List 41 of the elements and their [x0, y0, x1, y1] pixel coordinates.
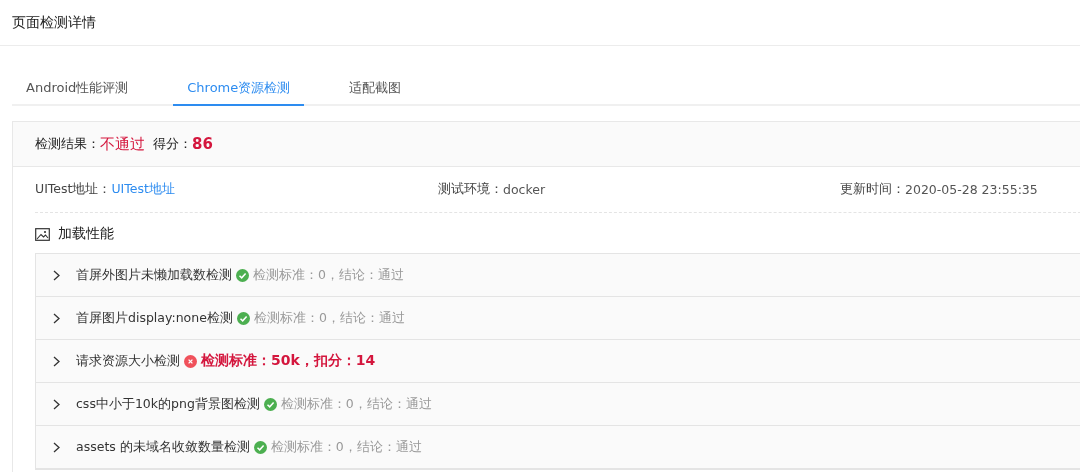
image-icon [35, 227, 50, 241]
check-detail: 检测标准：0，结论：通过 [280, 395, 432, 413]
info-label: 测试环境： [438, 181, 503, 198]
chevron-icon [53, 269, 60, 281]
check-row[interactable]: css中小于10k的png背景图检测 检测标准：0，结论：通过 [36, 383, 1080, 426]
check-row[interactable]: 首屏图片display:none检测 检测标准：0，结论：通过 [36, 297, 1080, 340]
chevron-icon [53, 441, 60, 453]
tab[interactable]: Chrome资源检测 [173, 72, 305, 106]
result-status: 不通过 [100, 134, 145, 154]
section-title: 加载性能 [58, 225, 114, 243]
score-label: 得分： [153, 135, 192, 153]
check-detail: 检测标准：0，结论：通过 [253, 309, 405, 327]
page-title: 页面检测详情 [12, 13, 96, 32]
check-name: 请求资源大小检测 [76, 352, 180, 370]
chevron-icon [53, 312, 60, 324]
tab[interactable]: 适配截图 [335, 72, 416, 106]
chevron-icon [53, 398, 60, 410]
check-name: 首屏图片display:none检测 [76, 309, 233, 327]
check-detail: 检测标准：50k，扣分：14 [201, 352, 376, 370]
info-link[interactable]: UITest地址 [111, 181, 175, 198]
error-circle-icon [184, 354, 197, 368]
check-detail: 检测标准：0，结论：通过 [270, 438, 422, 456]
check-row[interactable]: assets 的未域名收敛数量检测 检测标准：0，结论：通过 [36, 426, 1080, 469]
info-label: UITest地址： [35, 181, 112, 198]
check-name: css中小于10k的png背景图检测 [76, 395, 260, 413]
check-detail: 检测标准：0，结论：通过 [253, 266, 404, 284]
result-label: 检测结果： [35, 135, 100, 153]
tab[interactable]: Android性能评测 [12, 72, 143, 106]
check-name: 首屏外图片未懒加载数检测 [76, 266, 232, 284]
check-circle-icon [236, 268, 249, 282]
check-circle-icon [236, 311, 250, 325]
check-circle-icon [263, 397, 277, 411]
info-value: docker [503, 182, 546, 197]
check-name: assets 的未域名收敛数量检测 [76, 438, 250, 456]
check-row[interactable]: 首屏外图片未懒加载数检测 检测标准：0，结论：通过 [36, 254, 1080, 297]
check-circle-icon [253, 440, 267, 454]
chevron-icon [53, 355, 60, 367]
info-value: 2020-05-28 23:55:35 [905, 182, 1038, 197]
score-value: 86 [192, 135, 213, 153]
check-row[interactable]: 请求资源大小检测 检测标准：50k，扣分：14 [36, 340, 1080, 383]
info-label: 更新时间： [840, 181, 905, 198]
